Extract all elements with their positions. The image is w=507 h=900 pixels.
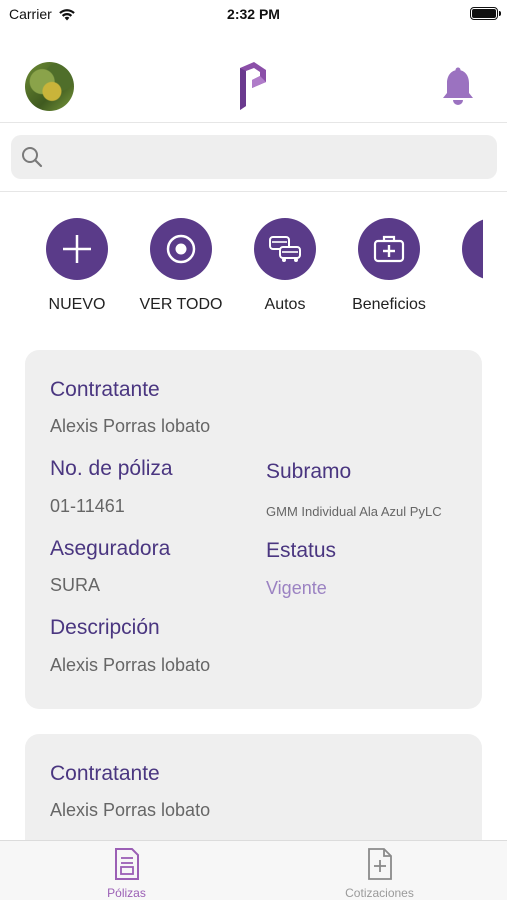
- category-autos[interactable]: Autos: [233, 218, 337, 314]
- category-label: NUEVO: [48, 296, 106, 313]
- subramo-value: GMM Individual Ala Azul PyLC: [266, 504, 442, 519]
- search-input[interactable]: [51, 135, 481, 179]
- partial-icon: [478, 234, 483, 264]
- category-circle: [150, 218, 212, 280]
- contratante-label: Contratante: [50, 762, 160, 785]
- contratante-value: Alexis Porras lobato: [50, 800, 211, 820]
- category-circle: [358, 218, 420, 280]
- status-bar: Carrier 2:32 PM: [0, 0, 507, 30]
- header-divider: [0, 122, 507, 123]
- plus-icon: [63, 235, 91, 263]
- clock: 2:32 PM: [227, 6, 280, 22]
- aseguradora-value: SURA: [50, 575, 101, 595]
- bell-icon[interactable]: [441, 67, 475, 107]
- category-label: Da: [441, 296, 484, 314]
- aseguradora-label: Aseguradora: [50, 537, 171, 560]
- battery-icon: [470, 7, 501, 20]
- add-document-icon: [367, 848, 392, 880]
- search-divider: [0, 191, 507, 192]
- policy-card[interactable]: Contratante Alexis Porras lobato No. de …: [25, 350, 482, 709]
- category-beneficios[interactable]: Beneficios: [337, 218, 441, 314]
- category-ver-todo[interactable]: VER TODO: [129, 218, 233, 314]
- policy-document-icon: [114, 848, 139, 880]
- category-circle: [462, 218, 483, 280]
- tab-bar: Pólizas Cotizaciones: [0, 840, 507, 900]
- search-icon: [22, 147, 43, 168]
- tab-label: Pólizas: [107, 886, 146, 900]
- tab-cotizaciones[interactable]: Cotizaciones: [253, 847, 506, 900]
- poliza-value: 01-11461: [50, 496, 125, 516]
- cars-icon: [269, 236, 301, 262]
- category-partial[interactable]: Da: [441, 218, 483, 314]
- user-avatar[interactable]: [25, 62, 74, 111]
- category-circle: [254, 218, 316, 280]
- category-label: Autos: [264, 296, 306, 313]
- category-label: VER TODO: [139, 296, 223, 313]
- category-nuevo[interactable]: NUEVO: [25, 218, 129, 314]
- category-label: Beneficios: [352, 296, 426, 313]
- status-badge: Vigente: [266, 578, 327, 598]
- subramo-label: Subramo: [266, 460, 352, 483]
- search-bar[interactable]: [11, 135, 497, 179]
- medical-kit-icon: [373, 235, 405, 263]
- contratante-label: Contratante: [50, 378, 160, 401]
- poliza-label: No. de póliza: [50, 457, 173, 480]
- app-header: [0, 55, 507, 117]
- tab-polizas[interactable]: Pólizas: [0, 847, 253, 900]
- contratante-value: Alexis Porras lobato: [50, 416, 211, 436]
- descripcion-label: Descripción: [50, 616, 160, 639]
- category-circle: [46, 218, 108, 280]
- estatus-label: Estatus: [266, 539, 337, 562]
- descripcion-value: Alexis Porras lobato: [50, 655, 211, 675]
- category-carousel[interactable]: NUEVO VER TODO Autos Beneficios: [0, 218, 483, 328]
- tab-label: Cotizaciones: [345, 886, 414, 900]
- brand-logo-icon: [240, 62, 266, 110]
- target-icon: [166, 234, 196, 264]
